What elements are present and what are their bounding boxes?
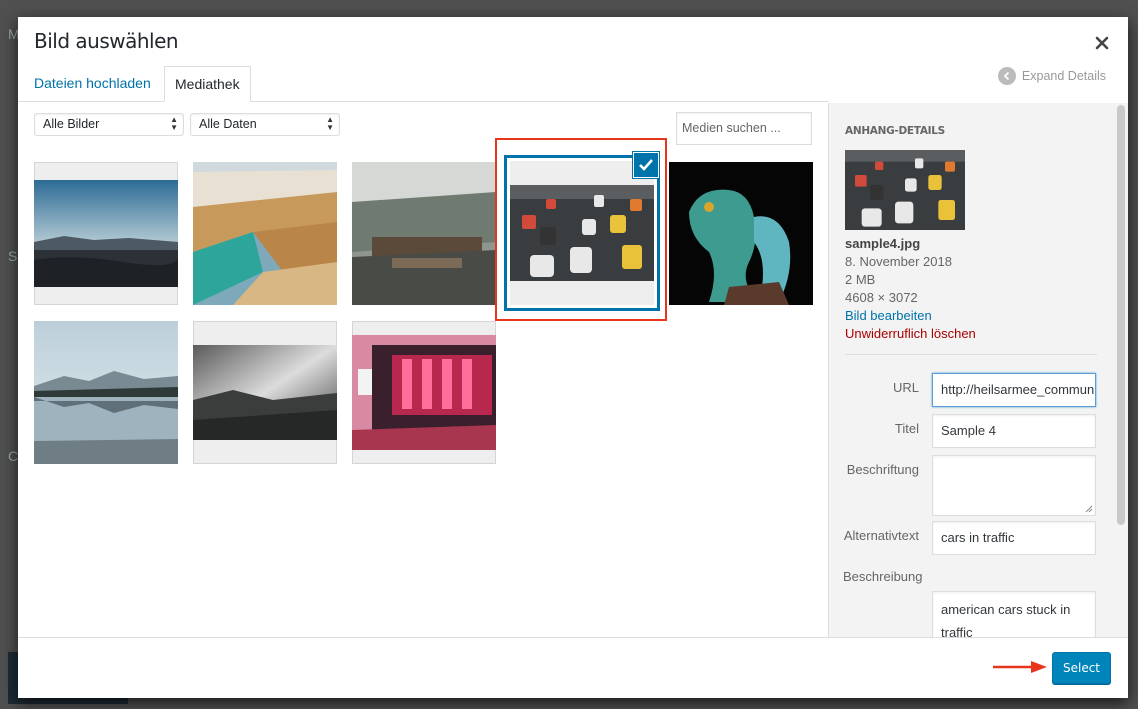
tab-media-library[interactable]: Mediathek xyxy=(164,66,251,102)
attachment-details-sidebar: ANHANG-DETAILS sample4.jpg 8. November 2… xyxy=(828,103,1128,637)
media-search-input[interactable]: Medien suchen ... xyxy=(676,112,812,145)
modal-title: Bild auswählen xyxy=(34,29,179,53)
title-field[interactable]: Sample 4 xyxy=(932,414,1096,448)
description-field[interactable]: american cars stuck in traffic xyxy=(932,591,1096,637)
media-modal: Bild auswählen Dateien hochladen Mediath… xyxy=(18,17,1128,698)
search-placeholder: Medien suchen ... xyxy=(682,121,781,135)
select-arrows-icon: ▲ ▼ xyxy=(170,115,178,132)
background-text-fragment: C xyxy=(8,448,19,464)
title-label: Titel xyxy=(894,421,919,436)
photo-lake-mountains xyxy=(34,321,178,464)
annotation-highlight-box xyxy=(495,138,667,321)
details-divider xyxy=(845,354,1097,355)
url-field[interactable]: http://heilsarmee_community xyxy=(932,373,1096,407)
attachment-dimensions: 4608 × 3072 xyxy=(845,290,918,305)
media-item-valley-clouds[interactable] xyxy=(193,321,337,464)
attachment-size: 2 MB xyxy=(845,272,876,287)
media-item-lake-mountains[interactable] xyxy=(34,321,178,464)
close-icon[interactable] xyxy=(1094,35,1110,51)
sidebar-scrollbar-thumb[interactable] xyxy=(1117,105,1125,525)
photo-greenhouse-cafe xyxy=(352,162,496,305)
filter-type-select[interactable]: Alle Bilder ▲ ▼ xyxy=(34,113,184,136)
media-item-coastal-village[interactable] xyxy=(193,162,337,305)
attachment-preview xyxy=(845,150,965,230)
select-button[interactable]: Select xyxy=(1052,652,1111,684)
filter-date-value: Alle Daten xyxy=(199,117,257,131)
media-item-cinema-facade[interactable] xyxy=(352,321,496,464)
url-label: URL xyxy=(892,380,919,395)
description-label: Beschreibung xyxy=(843,569,923,584)
media-tabs: Dateien hochladen Mediathek xyxy=(18,66,828,102)
select-arrows-icon: ▲ ▼ xyxy=(326,115,334,132)
expand-details-toggle[interactable]: Expand Details xyxy=(997,67,1106,85)
background-text-fragment: S xyxy=(8,248,18,264)
photo-coastal-village xyxy=(193,162,337,305)
media-item-green-iguana[interactable] xyxy=(669,162,813,305)
expand-details-label: Expand Details xyxy=(1021,69,1106,83)
alt-text-field[interactable]: cars in traffic xyxy=(932,521,1096,555)
alt-text-label: Alternativtext xyxy=(843,528,919,543)
filter-type-value: Alle Bilder xyxy=(43,117,100,131)
photo-golden-gate-beach xyxy=(34,180,178,287)
tab-upload-files[interactable]: Dateien hochladen xyxy=(24,66,161,101)
edit-image-link[interactable]: Bild bearbeiten xyxy=(845,308,932,323)
delete-permanently-link[interactable]: Unwiderruflich löschen xyxy=(845,326,976,341)
chevron-left-icon xyxy=(997,67,1016,85)
attachment-details-heading: ANHANG-DETAILS xyxy=(845,125,945,137)
filter-date-select[interactable]: Alle Daten ▲ ▼ xyxy=(190,113,340,136)
photo-cinema-facade xyxy=(352,335,496,450)
attachment-filename: sample4.jpg xyxy=(845,236,921,251)
photo-cars-in-traffic-preview xyxy=(845,150,965,230)
photo-valley-clouds xyxy=(193,345,337,440)
resize-grip-icon[interactable] xyxy=(1085,505,1093,513)
arrow-right-icon xyxy=(993,661,1047,673)
media-item-greenhouse-cafe[interactable] xyxy=(352,162,496,305)
attachment-date: 8. November 2018 xyxy=(845,254,952,269)
caption-field[interactable] xyxy=(932,455,1096,516)
caption-label: Beschriftung xyxy=(846,462,919,477)
modal-footer xyxy=(18,637,1128,698)
photo-green-iguana xyxy=(669,162,813,305)
media-item-golden-gate-beach[interactable] xyxy=(34,162,178,305)
